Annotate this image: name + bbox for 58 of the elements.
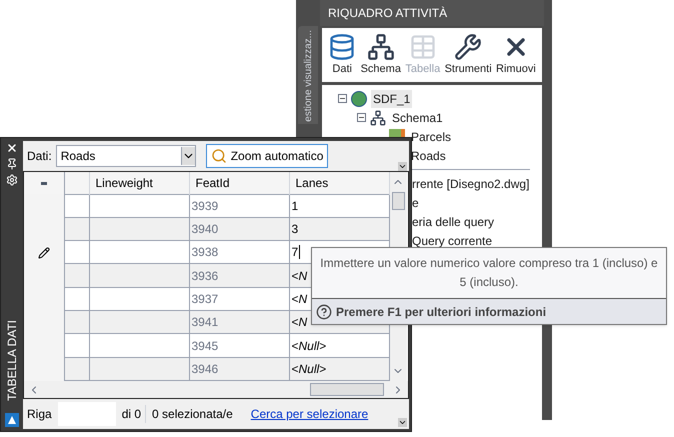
data-dropdown[interactable]: Roads xyxy=(56,145,196,167)
window-title: TABELLA DATI xyxy=(4,320,20,401)
help-icon xyxy=(316,304,332,320)
grid-icon xyxy=(408,32,437,61)
table-cell: 3 xyxy=(292,222,298,236)
row-count: di 0 xyxy=(122,405,146,423)
tree-item[interactable]: Schema1 xyxy=(390,108,445,126)
table-cell: <Null> xyxy=(292,338,326,353)
tree-item[interactable]: Parcels xyxy=(409,128,454,146)
tree-item[interactable]: Roads xyxy=(409,146,448,164)
tree-item[interactable]: SDF_1 xyxy=(371,90,412,108)
column-header[interactable]: FeatId xyxy=(189,172,289,194)
menu-item[interactable]: e xyxy=(412,196,419,210)
zoom-button[interactable]: Zoom automatico xyxy=(206,144,328,168)
menu-item[interactable]: Query corrente xyxy=(412,234,492,248)
tooltip-message: Immettere un valore numerico valore compreso tra 1 (incluso) e 5 (incluso). xyxy=(319,255,659,291)
toolbar-button[interactable]: Schema xyxy=(360,32,401,78)
database-icon xyxy=(328,32,356,61)
close-icon[interactable] xyxy=(6,142,18,154)
help-text: Premere F1 per ulteriori informazioni xyxy=(336,304,546,320)
table-cell: <N xyxy=(292,315,308,330)
select-link[interactable]: Cerca per selezionare xyxy=(250,405,368,423)
table-cell: 1 xyxy=(292,198,298,213)
expander-icon[interactable] xyxy=(338,94,347,103)
toolbar-button[interactable]: Dati xyxy=(328,32,356,78)
table-cell: <N xyxy=(292,292,308,306)
pencil-icon xyxy=(38,247,50,260)
column-header[interactable]: Lineweight xyxy=(89,172,189,194)
logo-icon xyxy=(5,413,19,427)
pin-icon[interactable] xyxy=(6,158,18,170)
cell-editor[interactable]: 7 xyxy=(292,245,300,260)
toolbar-button[interactable]: Rimuovi xyxy=(496,32,536,78)
toolbar-button[interactable]: Strumenti xyxy=(444,32,492,78)
horizontal-scrollbar[interactable] xyxy=(24,381,408,398)
table-cell: 3939 xyxy=(189,194,289,218)
table-cell: 3945 xyxy=(189,334,289,358)
side-tab[interactable]: estione visualizzaz... xyxy=(298,26,318,124)
sort-icon xyxy=(40,182,47,185)
settings-icon[interactable] xyxy=(6,174,18,186)
menu-item[interactable]: eria delle query xyxy=(412,215,494,229)
zoom-icon xyxy=(210,148,227,164)
column-header[interactable]: Lanes xyxy=(289,172,389,194)
table-cell: <N xyxy=(292,268,308,283)
scroll-thumb[interactable] xyxy=(392,192,404,210)
wrench-icon xyxy=(454,32,482,61)
data-label: Dati: xyxy=(27,148,52,165)
hierarchy-icon xyxy=(366,32,395,61)
pane-title: RIQUADRO ATTIVITÀ xyxy=(320,0,544,26)
table-cell: <Null> xyxy=(292,362,326,376)
selection-count: 0 selezionata/e xyxy=(152,406,233,423)
overflow-icon[interactable] xyxy=(398,418,407,427)
menu-item[interactable]: rrente [Disegno2.dwg] xyxy=(412,177,530,191)
overflow-icon[interactable] xyxy=(398,162,407,171)
table-cell: 3936 xyxy=(189,264,289,288)
hierarchy-icon xyxy=(370,110,386,126)
scroll-thumb[interactable] xyxy=(310,383,384,396)
expander-icon[interactable] xyxy=(357,113,366,122)
row-label: Riga xyxy=(27,406,52,423)
